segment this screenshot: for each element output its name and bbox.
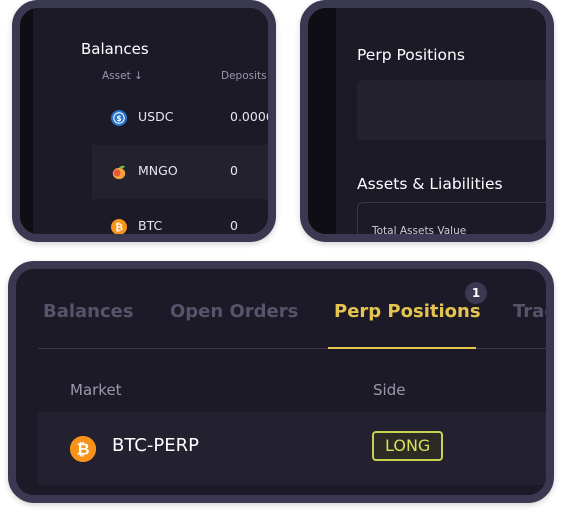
btc-icon: ₿ [111,219,127,234]
btc-icon: ₿ [70,436,96,462]
sidebar-strip [20,8,33,234]
balances-panel: Balances Asset ↓ Deposits ↓ $ USDC 0.000… [33,8,268,234]
positions-table-panel: Balances Open Orders Perp Positions Trad… [16,269,546,495]
side-badge: LONG [372,431,444,461]
arrow-down-icon: ↓ [270,70,276,82]
tab-open-orders[interactable]: Open Orders [170,301,298,322]
perp-positions-title: Perp Positions [357,46,465,64]
deposit-value: 0 [230,163,238,178]
balance-row-usdc[interactable]: $ USDC 0.000644 [92,91,268,145]
market-column-header: Market [70,381,122,399]
tab-perp-positions[interactable]: Perp Positions [334,301,481,322]
mango-icon [111,164,127,180]
perp-positions-box [357,80,546,140]
side-column-header: Side [373,381,406,399]
deposit-value: 0.000644 [230,109,274,124]
balances-title: Balances [81,40,149,58]
assets-liabilities-title: Assets & Liabilities [357,175,503,193]
positions-count-badge: 1 [465,282,487,304]
asset-column-header[interactable]: Asset ↓ [102,70,143,82]
svg-text:₿: ₿ [76,440,89,459]
market-name[interactable]: BTC-PERP [112,435,199,456]
total-assets-label: Total Assets Value [372,225,467,237]
deposit-value: 0 [230,218,238,233]
asset-name: USDC [138,109,174,124]
asset-name: MNGO [138,163,178,178]
arrow-down-icon: ↓ [134,70,143,82]
tab-trade-history[interactable]: Trad [513,301,546,322]
account-summary-card: Perp Positions Assets & Liabilities Tota… [300,0,554,242]
asset-name: BTC [138,218,163,233]
balances-card: Balances Asset ↓ Deposits ↓ $ USDC 0.000… [12,0,276,242]
usdc-icon: $ [111,110,127,126]
active-tab-indicator [328,347,476,349]
svg-text:₿: ₿ [115,222,123,234]
deposits-column-header[interactable]: Deposits ↓ [221,70,276,82]
positions-table-card: Balances Open Orders Perp Positions Trad… [8,261,554,503]
tab-balances[interactable]: Balances [43,301,134,322]
balance-row-mngo[interactable]: MNGO 0 [92,145,268,199]
balance-row-btc[interactable]: ₿ BTC 0 [92,200,268,234]
total-assets-box [357,202,546,234]
sidebar-strip [308,8,336,234]
svg-text:$: $ [116,114,121,123]
position-row[interactable]: ₿ BTC-PERP LONG [38,412,546,485]
